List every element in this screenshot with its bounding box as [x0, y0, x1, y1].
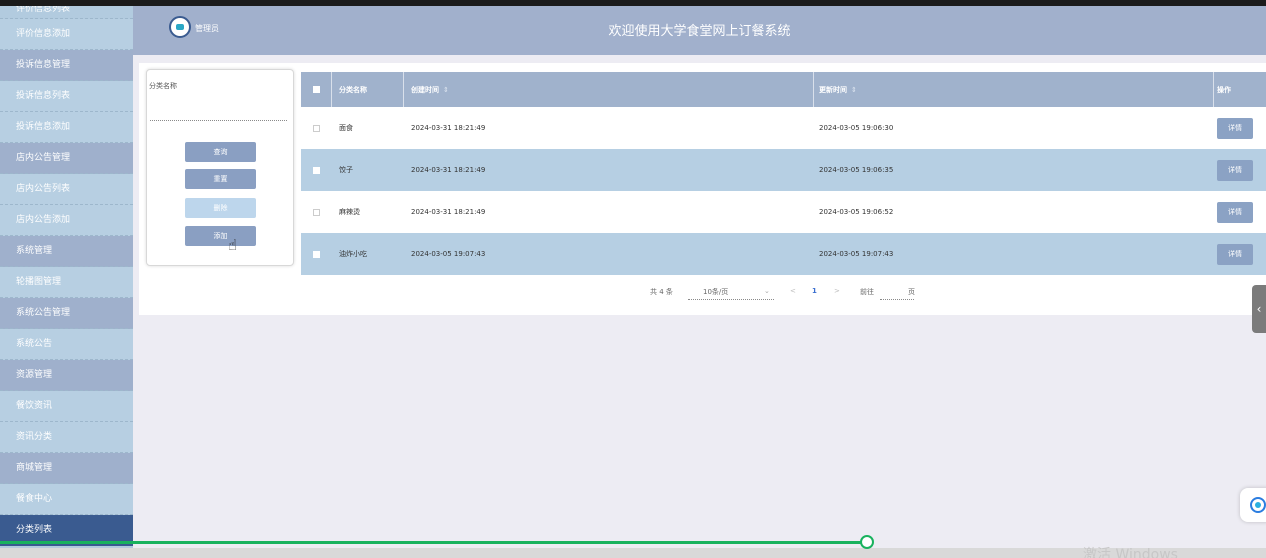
sidebar-item[interactable]: 餐食中心 — [0, 484, 133, 515]
goto-label: 前往 — [860, 288, 874, 296]
sidebar-item[interactable]: 店内公告添加 — [0, 205, 133, 236]
cell-updated: 2024-03-05 19:06:30 — [819, 124, 894, 132]
sidebar-group[interactable]: 店内公告管理 — [0, 143, 133, 174]
header-created-time[interactable]: 创建时间 ⇕ — [403, 72, 813, 107]
chevron-down-icon[interactable]: ⌄ — [764, 287, 770, 295]
sidebar-item[interactable]: 轮播图管理 — [0, 267, 133, 298]
delete-button[interactable]: 删除 — [185, 198, 256, 218]
sort-icon[interactable]: ⇕ — [851, 86, 857, 94]
sidebar-group[interactable]: 资源管理 — [0, 360, 133, 391]
category-name-label: 分类名称 — [149, 82, 177, 90]
sidebar-item[interactable]: 投诉信息添加 — [0, 112, 133, 143]
reset-button[interactable]: 重置 — [185, 169, 256, 189]
progress-line — [0, 541, 867, 544]
detail-button[interactable]: 详情 — [1217, 159, 1253, 181]
sidebar-item[interactable]: 投诉信息列表 — [0, 81, 133, 112]
cell-name: 饺子 — [339, 166, 353, 174]
sidebar-group[interactable]: 系统公告管理 — [0, 298, 133, 329]
header-category-name: 分类名称 — [339, 85, 367, 94]
cell-updated: 2024-03-05 19:06:35 — [819, 166, 894, 174]
sidebar-item[interactable]: 系统公告 — [0, 329, 133, 360]
cell-name: 麻辣烫 — [339, 208, 360, 216]
header-updated-time[interactable]: 更新时间 ⇕ — [813, 72, 1213, 107]
table-row: 油炸小吃 2024-03-05 19:07:43 2024-03-05 19:0… — [301, 233, 1266, 275]
row-checkbox[interactable] — [301, 191, 331, 233]
detail-button[interactable]: 详情 — [1217, 201, 1253, 223]
page-size-select[interactable]: 10条/页 — [688, 287, 774, 300]
cell-created: 2024-03-31 18:21:49 — [411, 124, 486, 132]
table-row: 麻辣烫 2024-03-31 18:21:49 2024-03-05 19:06… — [301, 191, 1266, 233]
detail-button[interactable]: 详情 — [1217, 117, 1253, 139]
cell-created: 2024-03-05 19:07:43 — [411, 250, 486, 258]
sidebar-group[interactable]: 系统管理 — [0, 236, 133, 267]
query-button[interactable]: 查询 — [185, 142, 256, 162]
category-table: 分类名称 创建时间 ⇕ 更新时间 ⇕ 操作 面食 2024-03-31 18:2… — [301, 72, 1266, 275]
cell-name: 油炸小吃 — [339, 250, 367, 258]
header-operations: 操作 — [1217, 85, 1231, 94]
cell-created: 2024-03-31 18:21:49 — [411, 208, 486, 216]
sidebar: 评价信息列表 评价信息添加 投诉信息管理 投诉信息列表 投诉信息添加 店内公告管理 店内公告… — [0, 6, 133, 558]
assistant-icon[interactable] — [1240, 488, 1266, 522]
bottom-bar — [0, 548, 1266, 558]
hand-cursor-icon: ☝ — [228, 236, 238, 254]
progress-knob[interactable] — [860, 535, 874, 549]
header-created-label: 创建时间 — [411, 85, 439, 94]
search-card: 分类名称 查询 重置 删除 添加 — [146, 69, 294, 266]
detail-button[interactable]: 详情 — [1217, 243, 1253, 265]
row-checkbox[interactable] — [301, 149, 331, 191]
side-drawer-tab[interactable]: ‹ — [1252, 285, 1266, 333]
cell-updated: 2024-03-05 19:06:52 — [819, 208, 894, 216]
prev-page-button[interactable]: < — [790, 287, 796, 295]
sidebar-item[interactable]: 店内公告列表 — [0, 174, 133, 205]
page-suffix: 页 — [908, 288, 915, 296]
header: 管理员 欢迎使用大学食堂网上订餐系统 — [133, 6, 1266, 55]
sidebar-group[interactable]: 商城管理 — [0, 453, 133, 484]
cell-updated: 2024-03-05 19:07:43 — [819, 250, 894, 258]
table-row: 面食 2024-03-31 18:21:49 2024-03-05 19:06:… — [301, 107, 1266, 149]
sort-icon[interactable]: ⇕ — [443, 86, 449, 94]
category-name-input[interactable] — [150, 120, 287, 121]
cell-name: 面食 — [339, 124, 353, 132]
page-title: 欢迎使用大学食堂网上订餐系统 — [608, 24, 791, 39]
sidebar-item[interactable]: 餐饮资讯 — [0, 391, 133, 422]
sidebar-item[interactable]: 资讯分类 — [0, 422, 133, 453]
select-all-checkbox[interactable] — [301, 72, 331, 107]
row-checkbox[interactable] — [301, 233, 331, 275]
sidebar-group[interactable]: 投诉信息管理 — [0, 50, 133, 81]
table-header-row: 分类名称 创建时间 ⇕ 更新时间 ⇕ 操作 — [301, 72, 1266, 107]
next-page-button[interactable]: > — [834, 287, 840, 295]
windows-activation-watermark: 激活 Windows — [1083, 547, 1178, 558]
page-number-current[interactable]: 1 — [812, 287, 817, 295]
add-button[interactable]: 添加 — [185, 226, 256, 246]
sidebar-item[interactable]: 评价信息列表 — [0, 6, 133, 19]
pagination-total: 共 4 条 — [650, 288, 673, 296]
header-updated-label: 更新时间 — [819, 85, 847, 94]
table-row: 饺子 2024-03-31 18:21:49 2024-03-05 19:06:… — [301, 149, 1266, 191]
cell-created: 2024-03-31 18:21:49 — [411, 166, 486, 174]
sidebar-item[interactable]: 评价信息添加 — [0, 19, 133, 50]
row-checkbox[interactable] — [301, 107, 331, 149]
